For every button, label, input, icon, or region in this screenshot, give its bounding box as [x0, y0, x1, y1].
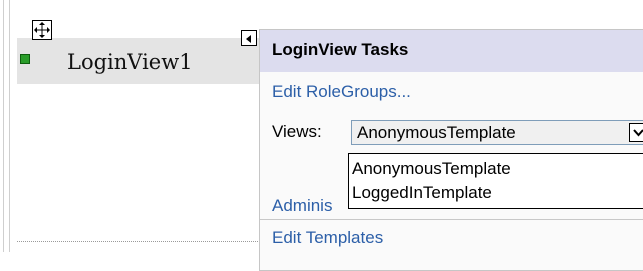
move-icon[interactable]: [32, 20, 52, 40]
views-option-anonymous[interactable]: AnonymousTemplate: [349, 156, 643, 181]
views-label: Views:: [272, 122, 322, 141]
move-glyph: [34, 22, 50, 38]
views-select-value: AnonymousTemplate: [357, 123, 516, 142]
designer-ruler-line: [9, 0, 10, 252]
divider: [260, 219, 643, 220]
designer-ruler-line: [3, 0, 4, 252]
edit-templates-link[interactable]: Edit Templates: [272, 228, 383, 248]
chevron-down-icon[interactable]: [629, 123, 643, 142]
edit-rolegroups-link[interactable]: Edit RoleGroups...: [272, 82, 411, 102]
administer-link[interactable]: Adminis: [272, 196, 332, 216]
views-select[interactable]: AnonymousTemplate: [351, 120, 643, 145]
control-title: LoginView1: [67, 50, 193, 74]
smart-tag-left-icon[interactable]: [241, 30, 257, 46]
views-dropdown-list[interactable]: AnonymousTemplate LoggedInTemplate: [348, 153, 643, 209]
smart-tag-glyph: [246, 35, 251, 43]
views-option-loggedin[interactable]: LoggedInTemplate: [349, 180, 643, 205]
tasks-panel: LoginView Tasks Edit RoleGroups... Views…: [259, 29, 643, 271]
chevron-down-glyph: [633, 129, 643, 137]
tasks-title: LoginView Tasks: [260, 30, 643, 72]
green-marker-icon: [20, 54, 30, 64]
